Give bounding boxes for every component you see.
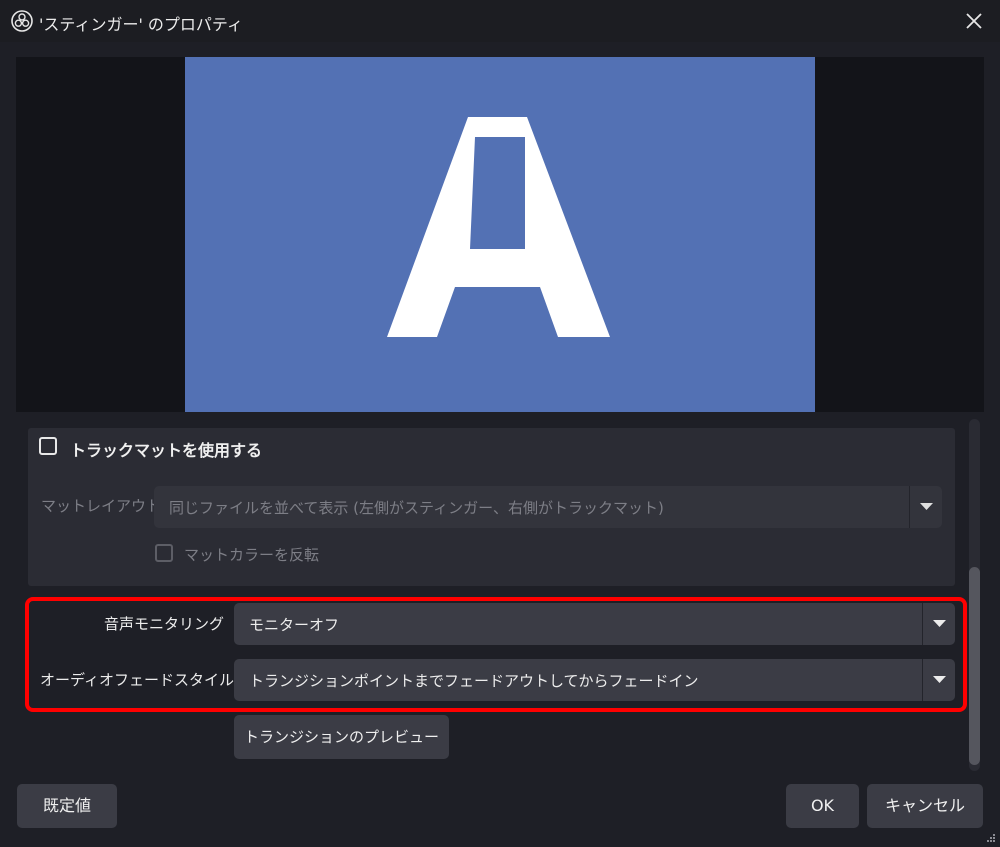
window-title: 'スティンガー' のプロパティ bbox=[39, 15, 243, 34]
close-icon[interactable] bbox=[962, 9, 986, 33]
invert-matte-checkbox bbox=[155, 544, 173, 562]
preview-transition-button[interactable]: トランジションのプレビュー bbox=[234, 715, 449, 759]
audio-monitoring-select[interactable]: モニターオフ bbox=[234, 603, 955, 645]
preview-letter-a-graphic bbox=[387, 117, 610, 337]
chevron-down-icon bbox=[933, 676, 946, 683]
audio-fade-style-select[interactable]: トランジションポイントまでフェードアウトしてからフェードイン bbox=[234, 659, 955, 701]
track-matte-group: トラックマットを使用する マットレイアウト 同じファイルを並べて表示 (左側がス… bbox=[28, 428, 955, 586]
matte-layout-label: マットレイアウト bbox=[41, 497, 162, 515]
audio-monitoring-dropdown-button[interactable] bbox=[922, 603, 955, 645]
track-matte-checkbox-label[interactable]: トラックマットを使用する bbox=[70, 437, 262, 461]
transition-preview-area bbox=[16, 57, 984, 412]
ok-button[interactable]: OK bbox=[786, 784, 859, 828]
audio-fade-style-label: オーディオフェードスタイル bbox=[40, 671, 234, 689]
preview-canvas bbox=[185, 57, 815, 412]
title-bar: 'スティンガー' のプロパティ bbox=[0, 0, 1000, 42]
cancel-button[interactable]: キャンセル bbox=[867, 784, 983, 828]
scrollbar-thumb[interactable] bbox=[969, 567, 980, 765]
chevron-down-icon bbox=[920, 503, 933, 510]
audio-monitoring-value: モニターオフ bbox=[249, 616, 340, 634]
track-matte-checkbox[interactable] bbox=[39, 437, 57, 455]
chevron-down-icon bbox=[933, 620, 946, 627]
matte-layout-select: 同じファイルを並べて表示 (左側がスティンガー、右側がトラックマット) bbox=[154, 486, 942, 528]
audio-fade-style-value: トランジションポイントまでフェードアウトしてからフェードイン bbox=[249, 672, 699, 690]
resize-grip-icon[interactable] bbox=[986, 833, 996, 843]
audio-monitoring-label: 音声モニタリング bbox=[103, 615, 224, 633]
invert-matte-label: マットカラーを反転 bbox=[184, 546, 320, 564]
properties-scrollbar[interactable] bbox=[967, 419, 984, 771]
matte-layout-value: 同じファイルを並べて表示 (左側がスティンガー、右側がトラックマット) bbox=[169, 499, 664, 517]
matte-layout-dropdown-button bbox=[909, 486, 942, 528]
obs-logo-icon bbox=[11, 10, 33, 32]
defaults-button[interactable]: 既定値 bbox=[17, 784, 117, 828]
audio-fade-style-dropdown-button[interactable] bbox=[922, 659, 955, 701]
